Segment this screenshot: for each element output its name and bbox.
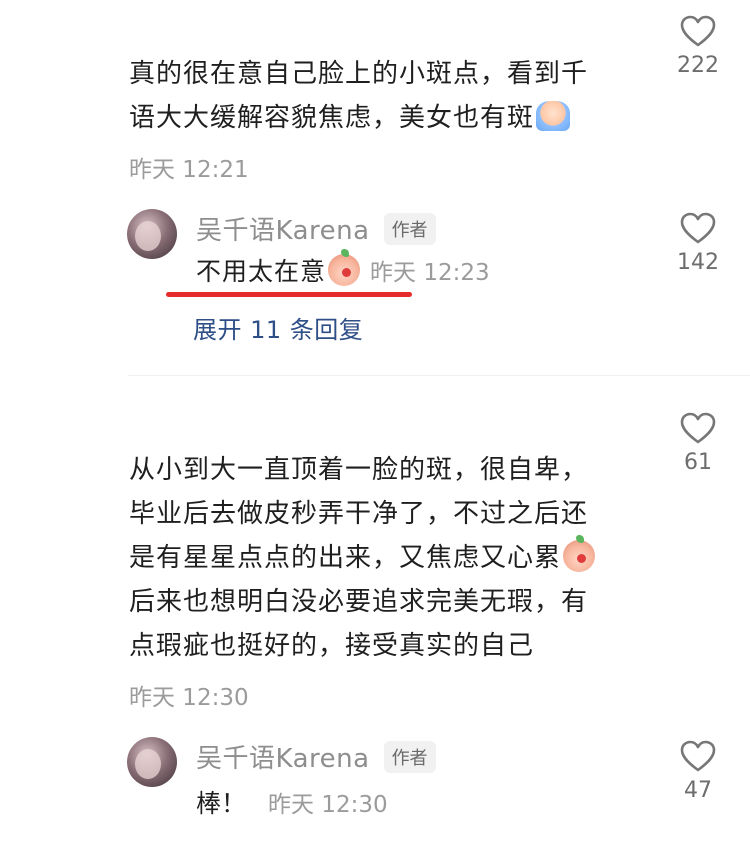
comment-2-line-4: 后来也想明白没必要追求完美无瑕，有 [129, 587, 589, 617]
reply-2-author[interactable]: 吴千语Karena [196, 738, 370, 775]
reply-1-like-button[interactable]: 142 [668, 212, 728, 275]
comment-1-like-count: 222 [677, 53, 719, 78]
divider [128, 375, 750, 376]
reply-2-like-count: 47 [684, 778, 712, 803]
reply-2-text: 棒！ [196, 789, 247, 818]
reply-1-time: 昨天 12:23 [370, 260, 490, 286]
heart-outline-icon [680, 412, 716, 444]
heart-outline-icon [680, 15, 716, 47]
blushing-face-emoji [328, 249, 361, 286]
comment-1-like-button[interactable]: 222 [668, 15, 728, 78]
heart-outline-icon [680, 212, 716, 244]
comment-2-time: 昨天 12:30 [129, 685, 249, 711]
comment-1-time: 昨天 12:21 [129, 157, 249, 183]
crying-face-emoji [536, 101, 571, 131]
reply-2-header: 吴千语Karena 作者 [196, 738, 436, 775]
comment-1-line-2: 语大大缓解容貌焦虑，美女也有斑 [129, 103, 535, 133]
comment-2-text: 从小到大一直顶着一脸的斑，很自卑， 毕业后去做皮秒弄干净了，不过之后还 是有星星… [129, 448, 659, 668]
reply-1-header: 吴千语Karena 作者 [196, 210, 436, 247]
reply-2-time: 昨天 12:30 [268, 792, 388, 818]
comment-2-line-3: 是有星星点点的出来，又焦虑又心累 [129, 543, 562, 573]
author-badge: 作者 [383, 740, 436, 773]
reply-1-like-count: 142 [677, 250, 719, 275]
avatar[interactable] [127, 737, 177, 787]
comment-2-line-5: 点瑕疵也挺好的，接受真实的自己 [129, 631, 535, 661]
comment-2-line-1: 从小到大一直顶着一脸的斑，很自卑， [129, 455, 589, 485]
reply-1-text: 不用太在意 [196, 257, 327, 286]
comment-2-line-2: 毕业后去做皮秒弄干净了，不过之后还 [129, 499, 589, 529]
blushing-face-emoji [563, 535, 596, 572]
comment-1-line-1: 真的很在意自己脸上的小斑点，看到千 [129, 59, 589, 89]
avatar[interactable] [127, 209, 177, 259]
comment-2-like-count: 61 [684, 450, 712, 475]
comment-1-text: 真的很在意自己脸上的小斑点，看到千 语大大缓解容貌焦虑，美女也有斑 [129, 52, 649, 140]
comment-2-like-button[interactable]: 61 [668, 412, 728, 475]
reply-1-author[interactable]: 吴千语Karena [196, 210, 370, 247]
reply-1-body: 不用太在意 昨天 12:23 [196, 249, 490, 288]
expand-replies-link[interactable]: 展开 11 条回复 [193, 310, 363, 345]
reply-2-body: 棒！ 昨天 12:30 [196, 784, 388, 820]
annotation-underline [166, 292, 412, 297]
author-badge: 作者 [383, 212, 436, 245]
reply-2-like-button[interactable]: 47 [668, 740, 728, 803]
heart-outline-icon [680, 740, 716, 772]
